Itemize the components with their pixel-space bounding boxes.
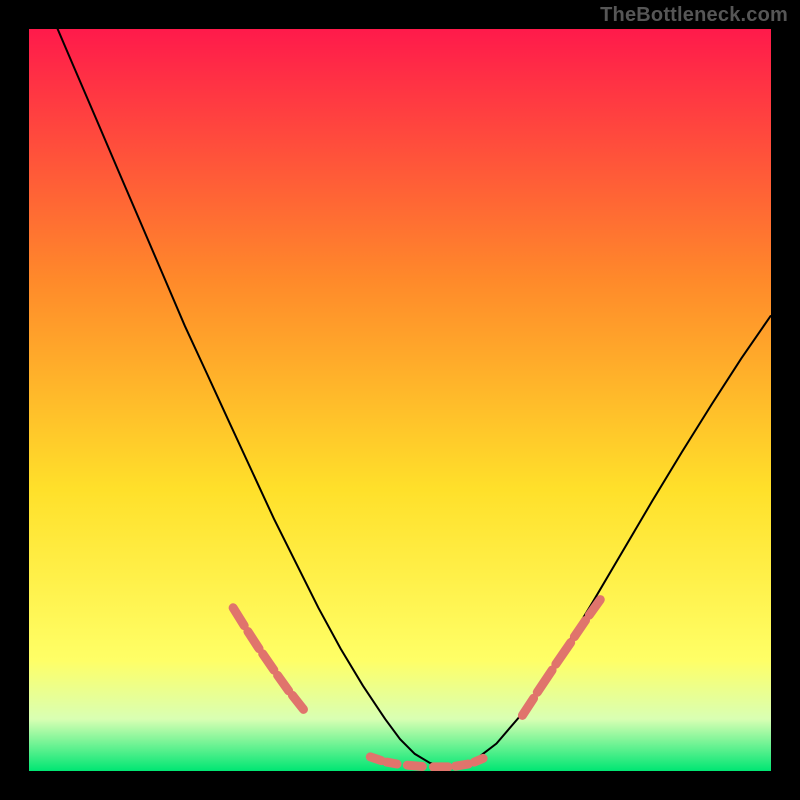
watermark-text: TheBottleneck.com <box>600 4 788 27</box>
dash-segment <box>387 762 397 764</box>
plot-area <box>29 29 771 771</box>
dash-segment <box>456 764 469 766</box>
gradient-bg <box>29 29 771 771</box>
dash-segment <box>474 758 483 762</box>
chart-svg <box>29 29 771 771</box>
dash-segment <box>370 757 381 761</box>
dash-segment <box>407 765 422 766</box>
chart-frame: TheBottleneck.com <box>0 0 800 800</box>
